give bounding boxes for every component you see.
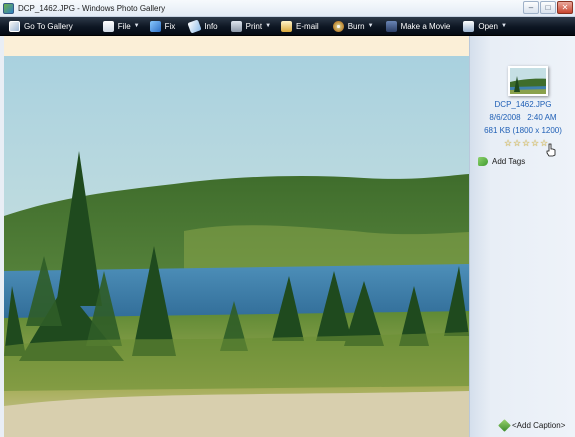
fix-label: Fix <box>164 21 176 31</box>
chevron-down-icon: ▼ <box>133 23 140 29</box>
add-caption-label: <Add Caption> <box>512 421 566 430</box>
add-tags-label: Add Tags <box>492 157 526 166</box>
photo-gallery-app-icon <box>3 2 14 14</box>
date-value: 8/6/2008 <box>489 113 521 122</box>
landscape-photo <box>4 56 469 437</box>
minimize-button[interactable]: – <box>523 1 539 14</box>
print-menu-label: Print <box>245 21 263 31</box>
gallery-icon <box>9 20 20 32</box>
info-button[interactable]: Info <box>187 17 218 36</box>
chevron-down-icon: ▼ <box>500 23 507 29</box>
star-icon[interactable]: ☆ <box>513 139 522 148</box>
window-controls: – □ ✕ <box>523 1 573 14</box>
fix-icon <box>149 20 161 32</box>
star-icon[interactable]: ☆ <box>504 139 513 148</box>
open-menu-label: Open <box>478 21 498 31</box>
maximize-button[interactable]: □ <box>540 1 556 14</box>
open-icon <box>463 20 475 32</box>
email-button[interactable]: E-mail <box>281 17 319 36</box>
window-title: DCP_1462.JPG - Windows Photo Gallery <box>18 3 166 13</box>
photo-viewer[interactable] <box>4 36 469 437</box>
file-menu-label: File <box>117 21 131 31</box>
burn-menu-label: Burn <box>347 21 365 31</box>
command-toolbar: Go To Gallery File ▼ Fix Info Print ▼ E-… <box>0 17 575 36</box>
chevron-down-icon: ▼ <box>367 23 374 29</box>
make-a-movie-label: Make a Movie <box>400 21 451 31</box>
date-taken[interactable]: 8/6/2008 2:40 AM <box>470 113 575 122</box>
time-value: 2:40 AM <box>527 113 557 122</box>
go-to-gallery-button[interactable]: Go To Gallery <box>9 17 73 36</box>
close-button[interactable]: ✕ <box>557 1 573 14</box>
file-icon <box>102 20 114 32</box>
file-menu-button[interactable]: File ▼ <box>102 17 140 36</box>
add-tags-button[interactable]: Add Tags <box>478 157 525 166</box>
burn-icon <box>332 20 344 32</box>
email-icon <box>281 20 293 32</box>
star-icon[interactable]: ☆ <box>531 139 540 148</box>
print-icon <box>230 20 242 32</box>
burn-menu-button[interactable]: Burn ▼ <box>332 17 374 36</box>
go-to-gallery-label: Go To Gallery <box>24 21 73 31</box>
info-label: Info <box>204 21 218 31</box>
caption-pen-icon <box>498 419 511 432</box>
file-name[interactable]: DCP_1462.JPG <box>470 100 575 109</box>
movie-icon <box>385 20 397 32</box>
star-icon[interactable]: ☆ <box>522 139 531 148</box>
add-caption-button[interactable]: <Add Caption> <box>498 419 566 432</box>
file-size: 681 KB (1800 x 1200) <box>484 126 562 135</box>
email-label: E-mail <box>296 21 319 31</box>
thumbnail-image <box>510 68 546 94</box>
open-menu-button[interactable]: Open ▼ <box>463 17 507 36</box>
info-icon <box>187 18 202 34</box>
print-menu-button[interactable]: Print ▼ <box>230 17 272 36</box>
info-pane: DCP_1462.JPG 8/6/2008 2:40 AM 681 KB (18… <box>469 36 575 437</box>
photo-thumbnail[interactable] <box>508 66 548 96</box>
tag-icon <box>478 157 488 166</box>
hand-cursor-icon <box>546 143 556 157</box>
chevron-down-icon: ▼ <box>265 23 272 29</box>
fix-button[interactable]: Fix <box>149 17 176 36</box>
rating-stars[interactable]: ☆ ☆ ☆ ☆ ☆ <box>504 139 549 148</box>
title-bar: DCP_1462.JPG - Windows Photo Gallery – □… <box>0 0 575 17</box>
make-a-movie-button[interactable]: Make a Movie <box>385 17 451 36</box>
